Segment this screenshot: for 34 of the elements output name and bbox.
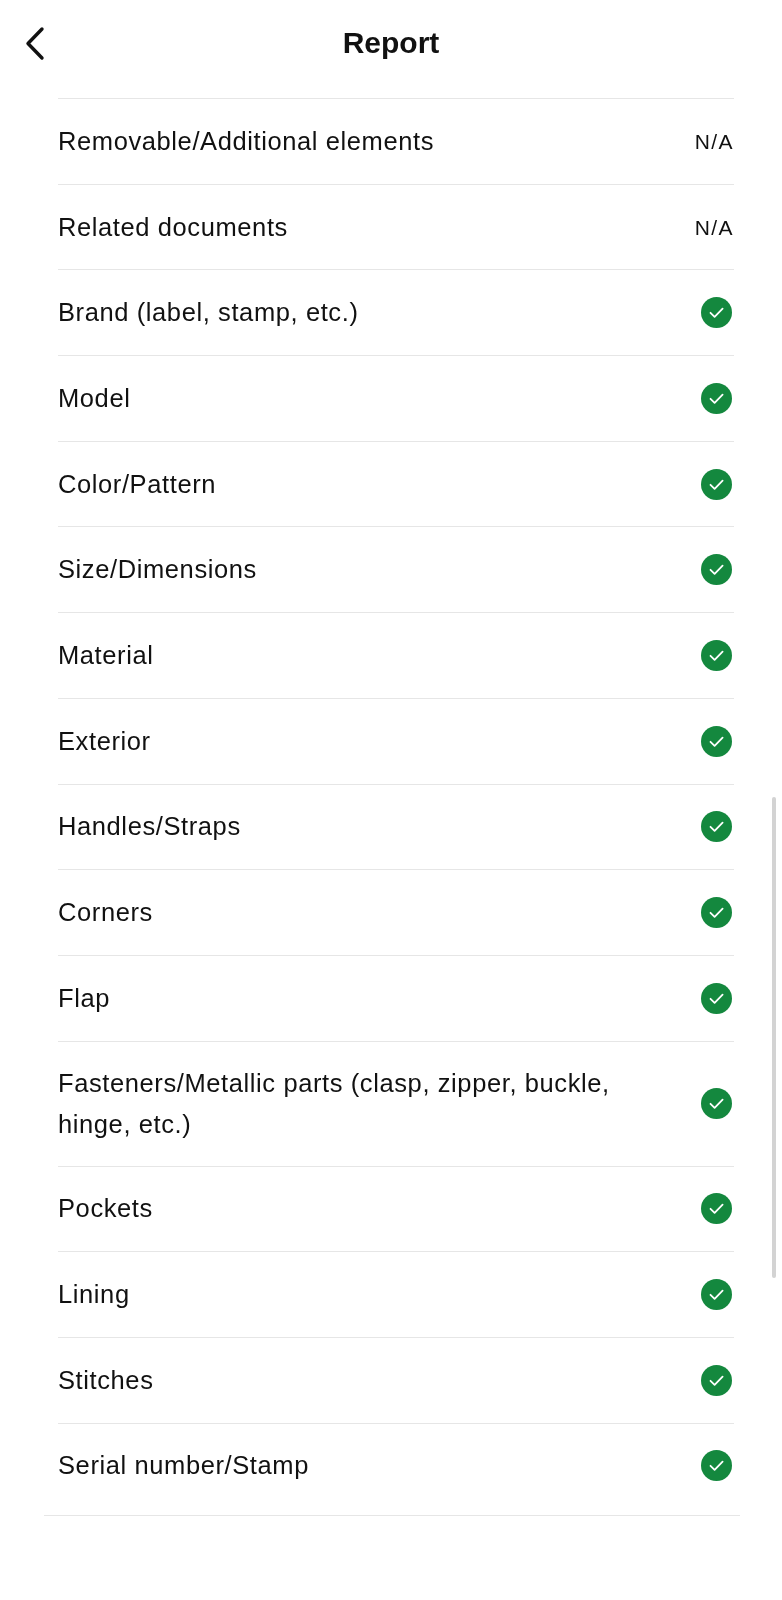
check-circle-icon — [701, 1279, 732, 1311]
check-circle-icon — [701, 639, 732, 671]
item-label: Size/Dimensions — [58, 554, 257, 586]
check-circle-icon — [701, 1193, 732, 1225]
item-label: Related documents — [58, 211, 288, 243]
item-label: Model — [58, 382, 131, 414]
check-circle-icon — [701, 725, 732, 757]
item-label: Corners — [58, 897, 153, 929]
check-circle-icon — [701, 897, 732, 929]
check-circle-icon — [701, 554, 732, 586]
item-label: Brand (label, stamp, etc.) — [58, 297, 359, 329]
item-label: Exterior — [58, 725, 151, 757]
item-label: Stitches — [58, 1364, 154, 1396]
page-title: Report — [342, 28, 440, 58]
item-label: Flap — [58, 982, 110, 1014]
check-circle-icon — [701, 1364, 732, 1396]
check-circle-icon — [701, 468, 732, 500]
check-circle-icon — [701, 982, 732, 1014]
chevron-left-icon — [24, 25, 45, 61]
item-label: Serial number/Stamp — [58, 1450, 309, 1482]
item-label: Removable/Additional elements — [58, 125, 435, 157]
check-circle-icon — [701, 297, 732, 329]
check-circle-icon — [701, 382, 732, 414]
item-value: N/A — [694, 130, 734, 152]
check-circle-icon — [701, 811, 732, 843]
item-label: Handles/Straps — [58, 811, 241, 843]
check-circle-icon — [701, 1088, 732, 1120]
check-circle-icon — [701, 1450, 732, 1482]
item-label: Lining — [58, 1279, 130, 1311]
item-label: Color/Pattern — [58, 468, 217, 500]
item-label: Fasteners/Metallic parts (clasp, zipper, buckle, hinge, etc.) — [58, 1067, 611, 1140]
item-label: Material — [58, 639, 154, 671]
item-value: N/A — [694, 216, 734, 238]
item-label: Pockets — [58, 1193, 153, 1225]
